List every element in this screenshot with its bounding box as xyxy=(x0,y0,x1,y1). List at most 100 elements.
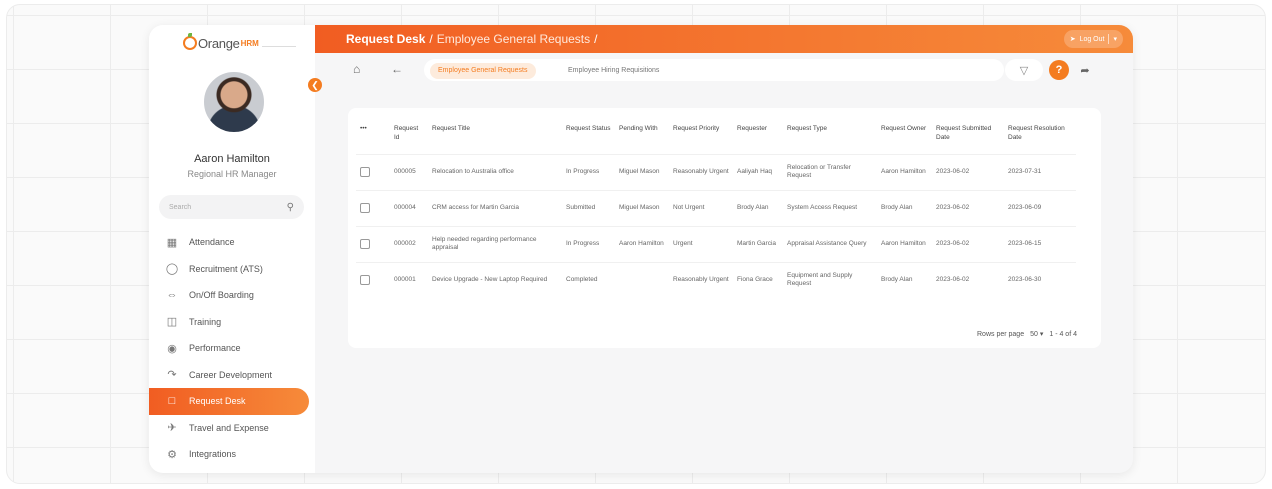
row-checkbox[interactable] xyxy=(360,275,370,286)
share-button[interactable]: ➦ xyxy=(1075,60,1095,80)
chat-bubble-icon: ◯ xyxy=(165,263,179,276)
cell-submitted-date: 2023-06-02 xyxy=(932,153,1004,190)
filter-icon: ▽ xyxy=(1019,64,1029,77)
row-checkbox-cell xyxy=(356,225,390,262)
column-header[interactable]: Request Owner xyxy=(877,120,932,154)
toolbar-actions: ▽ ? ➦ xyxy=(1005,59,1127,81)
sidebar-item-label: Performance xyxy=(189,343,241,354)
logout-label: Log Out xyxy=(1079,35,1105,43)
gear-icon: ⚙ xyxy=(167,448,177,461)
cell-submitted-date: 2023-06-02 xyxy=(932,261,1004,298)
breadcrumb-section[interactable]: Employee General Requests xyxy=(437,32,590,46)
requests-card: ••• Request Id Request Title Request Sta… xyxy=(348,108,1101,348)
row-checkbox[interactable] xyxy=(360,167,370,177)
handshake-icon: ⇔ xyxy=(166,289,178,302)
column-header[interactable]: Request Submitted Date xyxy=(932,120,1004,154)
app-window: Orange HRM Aaron Hamilton Regional HR Ma… xyxy=(149,25,1133,473)
sidebar-item-label: Request Desk xyxy=(189,396,246,407)
sidebar-item-performance[interactable]: ◉ Performance xyxy=(149,335,315,362)
cell-request-title[interactable]: Device Upgrade - New Laptop Required xyxy=(428,261,562,298)
column-header[interactable]: Request Resolution Date xyxy=(1004,120,1076,154)
row-checkbox-cell xyxy=(356,189,390,226)
cell-request-title[interactable]: Relocation to Australia office xyxy=(428,153,562,190)
share-arrow-icon: ➦ xyxy=(1080,64,1090,77)
pagination: Rows per page 50 ▾ 1 - 4 of 4 xyxy=(977,330,1077,339)
calendar-icon: ▦ xyxy=(166,236,178,249)
sidebar-item-attendance[interactable]: ▦ Attendance xyxy=(149,229,315,256)
breadcrumb-separator: / xyxy=(429,32,433,46)
cell-request-type: Appraisal Assistance Query xyxy=(783,225,877,262)
tab-employee-hiring-requisitions[interactable]: Employee Hiring Requisitions xyxy=(560,63,667,79)
filter-button[interactable]: ▽ xyxy=(1005,59,1043,81)
cell-request-status: Submitted xyxy=(562,189,615,226)
column-header[interactable]: Request Type xyxy=(783,120,877,154)
back-arrow-icon[interactable]: ← xyxy=(391,62,403,76)
column-header[interactable]: Request Priority xyxy=(669,120,733,154)
sidebar-item-label: Career Development xyxy=(189,369,273,380)
sidebar-item-career-development[interactable]: ↷ Career Development xyxy=(149,362,315,389)
column-header[interactable]: Request Id xyxy=(390,120,428,154)
help-button[interactable]: ? xyxy=(1049,60,1069,80)
brand-logo[interactable]: Orange HRM xyxy=(183,33,296,52)
row-checkbox[interactable] xyxy=(360,203,370,213)
table-row[interactable]: 000004 CRM access for Martin Garcia Subm… xyxy=(356,189,1076,226)
rows-per-page-label: Rows per page xyxy=(977,330,1025,338)
sidebar-search[interactable]: Search ⚲ xyxy=(159,195,304,219)
collapse-sidebar-button[interactable]: ❮ xyxy=(308,78,322,92)
request-tray-icon: □ xyxy=(168,395,176,408)
avatar[interactable] xyxy=(202,70,266,134)
chevron-down-icon: ▾ xyxy=(1039,331,1044,338)
cell-requester: Brody Alan xyxy=(733,189,783,226)
presentation-icon: ◫ xyxy=(166,316,178,329)
table-row[interactable]: 000002 Help needed regarding performance… xyxy=(356,225,1076,262)
sidebar-item-label: On/Off Boarding xyxy=(189,290,254,301)
logout-divider xyxy=(1108,34,1110,44)
cell-request-owner: Aaron Hamilton xyxy=(877,153,932,190)
table-header-row: ••• Request Id Request Title Request Sta… xyxy=(356,120,1076,154)
sidebar-item-request-desk[interactable]: □ Request Desk xyxy=(149,388,309,415)
cell-request-type: System Access Request xyxy=(783,189,877,226)
search-input[interactable]: Search xyxy=(169,204,287,211)
logout-icon: ➤ xyxy=(1069,36,1076,43)
column-header[interactable]: Pending With xyxy=(615,120,669,154)
sidebar-item-recruitment[interactable]: ◯ Recruitment (ATS) xyxy=(149,256,315,283)
sidebar-item-label: Attendance xyxy=(189,237,235,248)
column-header[interactable]: Request Status xyxy=(562,120,615,154)
rows-per-page-select[interactable]: 50 ▾ xyxy=(1030,330,1043,338)
cell-request-owner: Aaron Hamilton xyxy=(877,225,932,262)
breadcrumb-module[interactable]: Request Desk xyxy=(346,32,425,46)
logo-tagline-line xyxy=(261,45,296,47)
logout-button[interactable]: ➤ Log Out ▾ xyxy=(1063,30,1123,48)
home-icon[interactable]: ⌂ xyxy=(353,62,360,76)
cell-request-id: 000001 xyxy=(390,261,428,298)
sidebar-item-training[interactable]: ◫ Training xyxy=(149,309,315,336)
sidebar-item-onoff-boarding[interactable]: ⇔ On/Off Boarding xyxy=(149,282,315,309)
cell-requester: Martin Garcia xyxy=(733,225,783,262)
cell-request-title[interactable]: Help needed regarding performance apprai… xyxy=(428,225,562,262)
sidebar-item-travel-expense[interactable]: ✈ Travel and Expense xyxy=(149,415,315,442)
cell-request-title[interactable]: CRM access for Martin Garcia xyxy=(428,189,562,226)
pagination-range: 1 - 4 of 4 xyxy=(1049,330,1077,338)
cell-request-owner: Brody Alan xyxy=(877,189,932,226)
cell-submitted-date: 2023-06-02 xyxy=(932,225,1004,262)
row-checkbox[interactable] xyxy=(360,239,370,249)
cell-resolution-date: 2023-06-09 xyxy=(1004,189,1076,226)
table-row[interactable]: 000005 Relocation to Australia office In… xyxy=(356,153,1076,190)
column-header[interactable]: Requester xyxy=(733,120,783,154)
cell-request-priority: Not Urgent xyxy=(669,189,733,226)
tab-employee-general-requests[interactable]: Employee General Requests xyxy=(430,63,536,79)
search-icon[interactable]: ⚲ xyxy=(287,202,294,213)
user-name: Aaron Hamilton xyxy=(194,153,270,165)
cell-pending-with: Miguel Mason xyxy=(615,153,669,190)
cell-pending-with: Aaron Hamilton xyxy=(615,225,669,262)
column-more-options[interactable]: ••• xyxy=(356,120,390,154)
row-checkbox-cell xyxy=(356,153,390,190)
sidebar-nav: ▦ Attendance ◯ Recruitment (ATS) ⇔ On/Of… xyxy=(149,229,315,468)
column-header[interactable]: Request Title xyxy=(428,120,562,154)
cell-requester: Fiona Grace xyxy=(733,261,783,298)
sidebar-item-integrations[interactable]: ⚙ Integrations xyxy=(149,441,315,468)
cell-request-priority: Reasonably Urgent xyxy=(669,261,733,298)
tab-bar: Employee General Requests Employee Hirin… xyxy=(424,59,1004,81)
table-row[interactable]: 000001 Device Upgrade - New Laptop Requi… xyxy=(356,261,1076,298)
chevron-down-icon[interactable]: ▾ xyxy=(1113,35,1117,43)
